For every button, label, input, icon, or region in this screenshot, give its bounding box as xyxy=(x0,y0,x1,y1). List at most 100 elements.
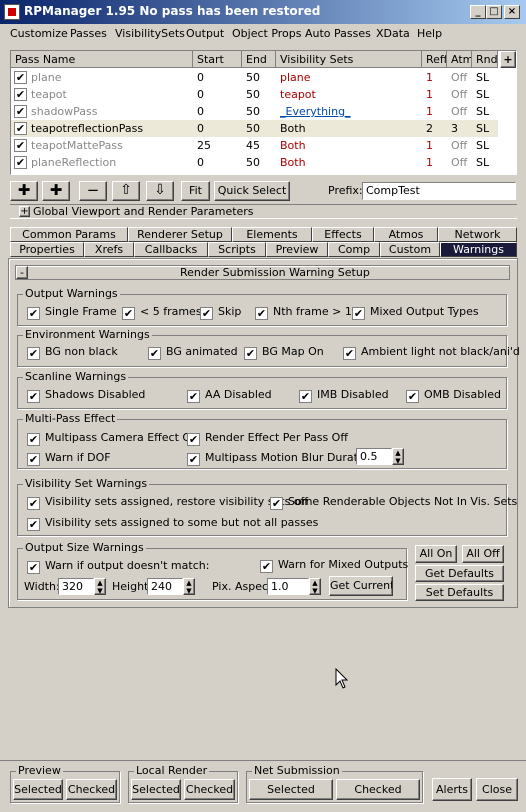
pass-enabled-checkbox[interactable]: ✔ xyxy=(14,156,27,169)
close-window-button[interactable]: × xyxy=(504,5,520,19)
bg-non-black-checkbox[interactable]: ✔ BG non black xyxy=(27,345,118,360)
move-down-icon[interactable]: ⇩ xyxy=(146,181,174,201)
under-5-frames-checkbox[interactable]: ✔ < 5 frames xyxy=(122,305,202,320)
width-spinner[interactable]: ▲ ▼ xyxy=(94,578,106,595)
pass-enabled-checkbox[interactable]: ✔ xyxy=(14,105,27,118)
objects-not-in-vis-sets-checkbox[interactable]: ✔ Some Renderable Objects Not In Vis. Set… xyxy=(270,495,517,510)
pix-aspect-spinner[interactable]: ▲ ▼ xyxy=(309,578,321,595)
single-frame-checkbox[interactable]: ✔ Single Frame xyxy=(27,305,117,320)
pass-enabled-checkbox[interactable]: ✔ xyxy=(14,139,27,152)
motion-blur-duration-checkbox[interactable]: ✔ Multipass Motion Blur Duration: xyxy=(187,451,378,466)
pass-row[interactable]: ✔ teapotMattePass 25 45 Both 1 Off SL xyxy=(11,137,498,154)
all-on-button[interactable]: All On xyxy=(415,545,457,563)
list-scroll-button[interactable]: + xyxy=(500,51,516,68)
motion-blur-duration-input[interactable]: 0.5 xyxy=(356,448,392,465)
warn-mixed-outputs-checkbox[interactable]: ✔ Warn for Mixed Outputs xyxy=(260,558,408,573)
pass-enabled-checkbox[interactable]: ✔ xyxy=(14,122,27,135)
tab-custom[interactable]: Custom xyxy=(380,242,440,257)
mixed-output-types-checkbox[interactable]: ✔ Mixed Output Types xyxy=(352,305,479,320)
pix-aspect-input[interactable]: 1.0 xyxy=(267,578,309,595)
height-spinner[interactable]: ▲ ▼ xyxy=(183,578,195,595)
tab-scripts[interactable]: Scripts xyxy=(208,242,266,257)
menu-output[interactable]: Output xyxy=(186,26,224,42)
pass-row[interactable]: ✔ shadowPass 0 50 _Everything_ 1 Off SL xyxy=(11,103,498,120)
vis-sets-some-passes-checkbox[interactable]: ✔ Visibility sets assigned to some but no… xyxy=(27,516,318,531)
tab-effects[interactable]: Effects xyxy=(312,227,374,242)
get-defaults-button[interactable]: Get Defaults xyxy=(415,565,504,582)
prefix-input[interactable]: CompTest xyxy=(362,182,516,200)
menu-auto-passes[interactable]: Auto Passes xyxy=(305,26,371,42)
quick-select-button[interactable]: Quick Select xyxy=(214,181,290,201)
pass-enabled-checkbox[interactable]: ✔ xyxy=(14,88,27,101)
nth-frame-checkbox[interactable]: ✔ Nth frame > 1 xyxy=(255,305,352,320)
menu-customize[interactable]: Customize xyxy=(10,26,68,42)
add-multiple-passes-button[interactable]: ✚ xyxy=(42,181,70,201)
close-button[interactable]: Close xyxy=(476,778,518,801)
warn-if-dof-checkbox[interactable]: ✔ Warn if DOF xyxy=(27,451,111,466)
duration-spinner[interactable]: ▲ ▼ xyxy=(392,448,404,465)
bg-animated-checkbox[interactable]: ✔ BG animated xyxy=(148,345,238,360)
title-bar[interactable]: RPManager 1.95 No pass has been restored… xyxy=(0,0,526,24)
alerts-button[interactable]: Alerts xyxy=(432,778,472,801)
header-pass-name[interactable]: Pass Name xyxy=(11,51,193,68)
height-input[interactable]: 240 xyxy=(147,578,183,595)
width-input[interactable]: 320 xyxy=(58,578,94,595)
omb-disabled-checkbox[interactable]: ✔ OMB Disabled xyxy=(406,388,501,403)
shadows-disabled-checkbox[interactable]: ✔ Shadows Disabled xyxy=(27,388,145,403)
pass-row[interactable]: ✔ teapot 0 50 teapot 1 Off SL xyxy=(11,86,498,103)
set-defaults-button[interactable]: Set Defaults xyxy=(415,584,504,601)
menu-passes[interactable]: Passes xyxy=(70,26,107,42)
menu-help[interactable]: Help xyxy=(417,26,442,42)
fit-button[interactable]: Fit xyxy=(181,181,210,201)
maximize-button[interactable]: □ xyxy=(486,5,502,19)
tab-atmos[interactable]: Atmos xyxy=(374,227,438,242)
header-end[interactable]: End xyxy=(242,51,276,68)
minimize-button[interactable]: _ xyxy=(470,5,486,19)
tab-common-params[interactable]: Common Params xyxy=(10,227,128,242)
local-selected-button[interactable]: Selected xyxy=(131,779,181,800)
menu-visibility-sets[interactable]: VisibilitySets xyxy=(115,26,185,42)
tab-preview[interactable]: Preview xyxy=(266,242,328,257)
all-off-button[interactable]: All Off xyxy=(462,545,504,563)
header-reff[interactable]: Reff xyxy=(422,51,447,68)
render-effect-per-pass-checkbox[interactable]: ✔ Render Effect Per Pass Off xyxy=(187,431,348,446)
move-up-icon[interactable]: ⇧ xyxy=(112,181,140,201)
pass-row[interactable]: ✔ teapotreflectionPass 0 50 Both 2 3 SL xyxy=(11,120,498,137)
aa-disabled-checkbox[interactable]: ✔ AA Disabled xyxy=(187,388,272,403)
pass-row[interactable]: ✔ plane 0 50 plane 1 Off SL xyxy=(11,69,498,86)
multipass-camera-effect-checkbox[interactable]: ✔ Multipass Camera Effect Off xyxy=(27,431,199,446)
header-start[interactable]: Start xyxy=(193,51,242,68)
header-visibility-sets[interactable]: Visibility Sets xyxy=(276,51,422,68)
net-selected-button[interactable]: Selected xyxy=(249,779,333,800)
preview-selected-button[interactable]: Selected xyxy=(13,779,63,800)
imb-disabled-checkbox[interactable]: ✔ IMB Disabled xyxy=(299,388,389,403)
net-checked-button[interactable]: Checked xyxy=(336,779,420,800)
pass-list[interactable]: Pass Name Start End Visibility Sets Reff… xyxy=(10,50,517,175)
get-current-button[interactable]: Get Current xyxy=(329,576,393,596)
tab-callbacks[interactable]: Callbacks xyxy=(134,242,208,257)
pass-enabled-checkbox[interactable]: ✔ xyxy=(14,71,27,84)
header-atm[interactable]: Atm xyxy=(447,51,472,68)
menu-object-props[interactable]: Object Props xyxy=(232,26,302,42)
tab-xrefs[interactable]: Xrefs xyxy=(84,242,134,257)
remove-pass-button[interactable]: − xyxy=(79,181,107,201)
tab-warnings[interactable]: Warnings xyxy=(440,242,517,257)
tab-renderer-setup[interactable]: Renderer Setup xyxy=(128,227,232,242)
tab-comp[interactable]: Comp xyxy=(328,242,380,257)
skip-checkbox[interactable]: ✔ Skip xyxy=(200,305,241,320)
warn-output-mismatch-checkbox[interactable]: ✔ Warn if output doesn't match: xyxy=(27,559,209,574)
add-pass-button[interactable]: ✚ xyxy=(10,181,38,201)
restore-visibility-sets-checkbox[interactable]: ✔ Visibility sets assigned, restore visib… xyxy=(27,495,308,510)
pass-row[interactable]: ✔ planeReflection 0 50 Both 1 Off SL xyxy=(11,154,498,171)
header-rndr[interactable]: Rndr xyxy=(472,51,498,68)
bg-map-on-checkbox[interactable]: ✔ BG Map On xyxy=(244,345,324,360)
tab-network[interactable]: Network xyxy=(438,227,517,242)
tab-properties[interactable]: Properties xyxy=(10,242,84,257)
tab-elements[interactable]: Elements xyxy=(232,227,312,242)
local-checked-button[interactable]: Checked xyxy=(184,779,235,800)
ambient-light-checkbox[interactable]: ✔ Ambient light not black/ani'd xyxy=(343,345,520,360)
global-viewport-toggle[interactable]: + xyxy=(19,206,30,217)
preview-checked-button[interactable]: Checked xyxy=(66,779,117,800)
menu-xdata[interactable]: XData xyxy=(376,26,410,42)
panel-collapse-toggle[interactable]: - xyxy=(16,266,28,279)
